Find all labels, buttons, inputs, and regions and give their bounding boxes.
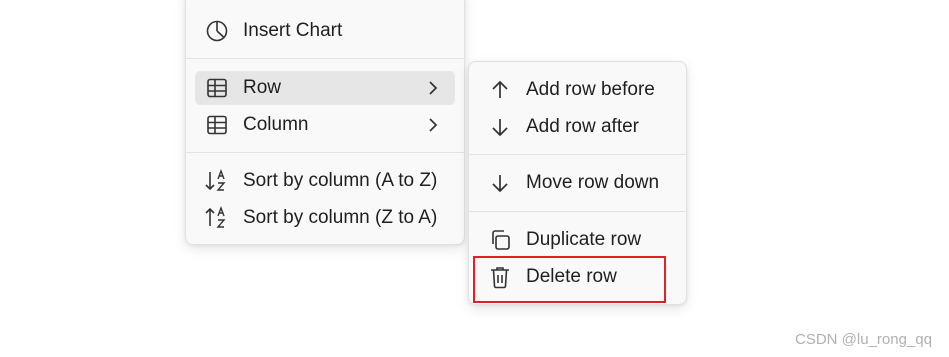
menu-item-label: Sort by column (Z to A) (243, 207, 438, 228)
menu-separator (186, 152, 464, 153)
highlight-annotation-box (473, 256, 666, 303)
chevron-right-icon (429, 118, 438, 132)
menu-separator (186, 58, 464, 59)
menu-item-label: Column (243, 114, 309, 135)
menu-item-move-row-down[interactable]: Move row down (478, 166, 677, 200)
arrow-down-icon (487, 114, 513, 140)
arrow-up-icon (487, 77, 513, 103)
table-icon (204, 75, 230, 101)
menu-separator (469, 211, 686, 212)
watermark: CSDN @lu_rong_qq (795, 331, 932, 348)
menu-item-label: Row (243, 77, 282, 98)
sort-ascending-icon (204, 168, 230, 194)
menu-item-label: Add row before (526, 79, 655, 100)
menu-item-add-row-after[interactable]: Add row after (478, 110, 677, 144)
context-menu: Insert Chart Row Column Sort by column (… (185, 0, 465, 245)
table-icon (204, 112, 230, 138)
pie-chart-icon (204, 18, 230, 44)
menu-item-sort-a-to-z[interactable]: Sort by column (A to Z) (195, 164, 455, 198)
menu-item-label: Add row after (526, 116, 639, 137)
menu-item-label: Sort by column (A to Z) (243, 170, 438, 191)
menu-item-label: Move row down (526, 172, 660, 193)
chevron-right-icon (429, 81, 438, 95)
menu-item-label: Duplicate row (526, 229, 642, 250)
copy-icon (487, 227, 513, 253)
menu-item-row[interactable]: Row (195, 71, 455, 105)
menu-item-duplicate-row[interactable]: Duplicate row (478, 223, 677, 257)
menu-item-sort-z-to-a[interactable]: Sort by column (Z to A) (195, 201, 455, 235)
arrow-down-icon (487, 170, 513, 196)
sort-descending-icon (204, 205, 230, 231)
menu-item-add-row-before[interactable]: Add row before (478, 73, 677, 107)
menu-separator (469, 154, 686, 155)
menu-item-insert-chart[interactable]: Insert Chart (195, 14, 455, 48)
menu-item-column[interactable]: Column (195, 108, 455, 142)
menu-item-label: Insert Chart (243, 20, 343, 41)
